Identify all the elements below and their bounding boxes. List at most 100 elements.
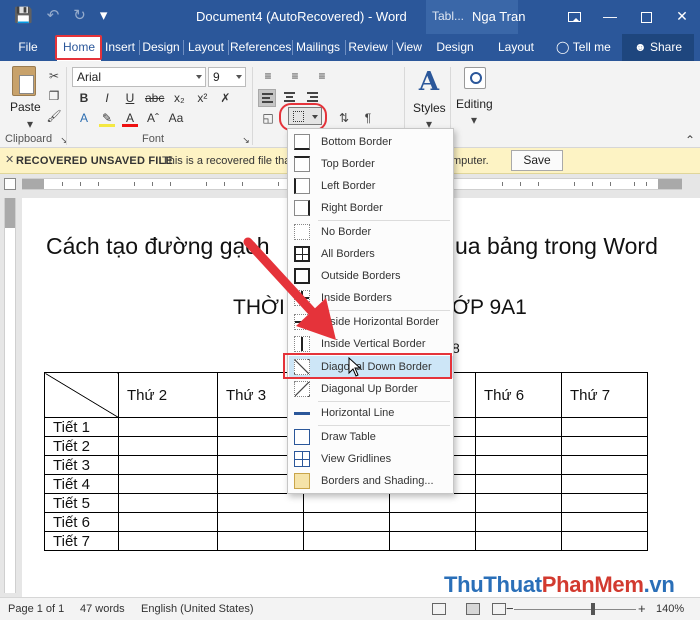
save-button[interactable]: Save (511, 150, 563, 171)
collapse-ribbon-icon[interactable]: ⌃ (682, 133, 698, 147)
cut-icon[interactable]: ✂ (46, 69, 62, 83)
table-cell[interactable] (475, 493, 562, 513)
table-cell[interactable] (561, 493, 648, 513)
font-color-icon[interactable]: A (122, 109, 138, 127)
vertical-ruler[interactable] (4, 198, 16, 593)
table-cell[interactable] (303, 512, 390, 532)
paste-icon[interactable] (12, 66, 36, 96)
menu-item-inside-horizontal-border[interactable]: Inside Horizontal Border (289, 311, 453, 333)
menu-item-draw-table[interactable]: Draw Table (289, 426, 453, 448)
menu-item-view-gridlines[interactable]: View Gridlines (289, 448, 453, 470)
document-subtitle[interactable]: THỜI (233, 296, 285, 320)
share-button[interactable]: ☻ Share (622, 34, 694, 61)
zoom-slider[interactable] (514, 609, 636, 610)
shading-icon[interactable]: ◱ (260, 111, 276, 125)
table-cell[interactable] (561, 436, 648, 456)
table-cell[interactable] (475, 417, 562, 437)
table-cell[interactable] (118, 493, 218, 513)
bullets-icon[interactable]: ≡ (260, 69, 276, 83)
menu-item-top-border[interactable]: Top Border (289, 153, 453, 175)
menu-item-all-borders[interactable]: All Borders (289, 243, 453, 265)
row-label[interactable]: Tiết 2 (44, 436, 119, 456)
ribbon-display-icon[interactable] (556, 0, 592, 34)
tab-table-layout[interactable]: Layout (494, 34, 538, 61)
italic-icon[interactable]: I (99, 89, 115, 107)
paste-label[interactable]: Paste (10, 100, 41, 114)
dialog-launcher-icon[interactable]: ↘ (56, 133, 72, 147)
multilevel-list-icon[interactable]: ≡ (314, 69, 330, 83)
document-title-tail[interactable]: ua bảng trong Word (455, 233, 658, 260)
table-cell[interactable] (118, 474, 218, 494)
table-cell[interactable] (475, 455, 562, 475)
customize-qat-icon[interactable]: ▾ (100, 7, 108, 25)
table-cell[interactable] (217, 531, 304, 551)
find-icon[interactable] (464, 67, 486, 89)
document-subtitle-tail[interactable]: ỚP 9A1 (452, 296, 527, 320)
dropdown-arrow-icon[interactable]: ▾ (22, 117, 38, 131)
tab-insert[interactable]: Insert (102, 34, 138, 61)
tab-selector-icon[interactable] (4, 178, 16, 190)
row-label[interactable]: Tiết 3 (44, 455, 119, 475)
menu-item-right-border[interactable]: Right Border (289, 197, 453, 219)
styles-label[interactable]: Styles (413, 101, 446, 115)
superscript-icon[interactable]: x² (194, 89, 210, 107)
table-header-cell[interactable]: Thứ 2 (118, 372, 218, 418)
menu-item-outside-borders[interactable]: Outside Borders (289, 265, 453, 287)
tab-view[interactable]: View (394, 34, 424, 61)
numbering-icon[interactable]: ≡ (287, 69, 303, 83)
subscript-icon[interactable]: x₂ (171, 89, 187, 107)
word-count[interactable]: 47 words (80, 603, 125, 615)
table-cell[interactable] (303, 531, 390, 551)
row-label[interactable]: Tiết 7 (44, 531, 119, 551)
font-size-input[interactable]: 9 (208, 67, 246, 87)
maximize-icon[interactable] (628, 0, 664, 34)
font-name-input[interactable]: Arial (72, 67, 206, 87)
menu-item-inside-borders[interactable]: Inside Borders (289, 287, 453, 309)
menu-item-inside-vertical-border[interactable]: Inside Vertical Border (289, 333, 453, 355)
read-mode-icon[interactable] (432, 603, 446, 615)
menu-item-left-border[interactable]: Left Border (289, 175, 453, 197)
zoom-level[interactable]: 140% (656, 603, 684, 615)
table-header-cell[interactable]: Thứ 7 (561, 372, 648, 418)
underline-icon[interactable]: U (122, 89, 138, 107)
align-left-icon[interactable] (258, 89, 276, 107)
menu-item-diagonal-up-border[interactable]: Diagonal Up Border (289, 378, 453, 400)
menu-item-bottom-border[interactable]: Bottom Border (289, 131, 453, 153)
table-cell[interactable] (475, 474, 562, 494)
table-cell[interactable] (561, 417, 648, 437)
row-label[interactable]: Tiết 1 (44, 417, 119, 437)
grow-font-icon[interactable]: Aˆ (145, 109, 161, 127)
undo-icon[interactable]: ↶ (47, 7, 60, 25)
table-cell[interactable] (118, 512, 218, 532)
table-cell[interactable] (475, 436, 562, 456)
clear-formatting-icon[interactable]: ✗ (217, 89, 233, 107)
redo-icon[interactable]: ↻ (73, 7, 86, 25)
row-label[interactable]: Tiết 6 (44, 512, 119, 532)
dropdown-arrow-icon[interactable]: ▾ (466, 113, 482, 127)
sort-icon[interactable]: ⇅ (336, 111, 352, 125)
table-cell[interactable] (389, 531, 476, 551)
text-effects-icon[interactable]: A (76, 109, 92, 127)
show-formatting-icon[interactable]: ¶ (360, 111, 376, 125)
tab-layout[interactable]: Layout (185, 34, 227, 61)
minimize-icon[interactable]: — (592, 0, 628, 34)
highlight-color-icon[interactable]: ✎ (99, 109, 115, 127)
zoom-slider-thumb[interactable] (591, 603, 595, 615)
bold-icon[interactable]: B (76, 89, 92, 107)
table-cell[interactable] (118, 531, 218, 551)
zoom-in-icon[interactable]: + (638, 601, 646, 616)
close-icon[interactable]: ✕ (664, 0, 700, 34)
menu-item-borders-and-shading[interactable]: Borders and Shading... (289, 470, 453, 492)
menu-item-horizontal-line[interactable]: Horizontal Line (289, 402, 453, 424)
table-cell[interactable] (475, 531, 562, 551)
table-cell[interactable] (118, 417, 218, 437)
print-layout-icon[interactable] (466, 603, 480, 615)
user-name[interactable]: Nga Tran (472, 9, 525, 24)
tab-references[interactable]: References (230, 34, 291, 61)
language[interactable]: English (United States) (141, 603, 254, 615)
table-cell[interactable] (118, 455, 218, 475)
table-cell[interactable] (303, 493, 390, 513)
tab-mailings[interactable]: Mailings (294, 34, 342, 61)
table-cell[interactable] (389, 493, 476, 513)
table-cell[interactable] (561, 455, 648, 475)
